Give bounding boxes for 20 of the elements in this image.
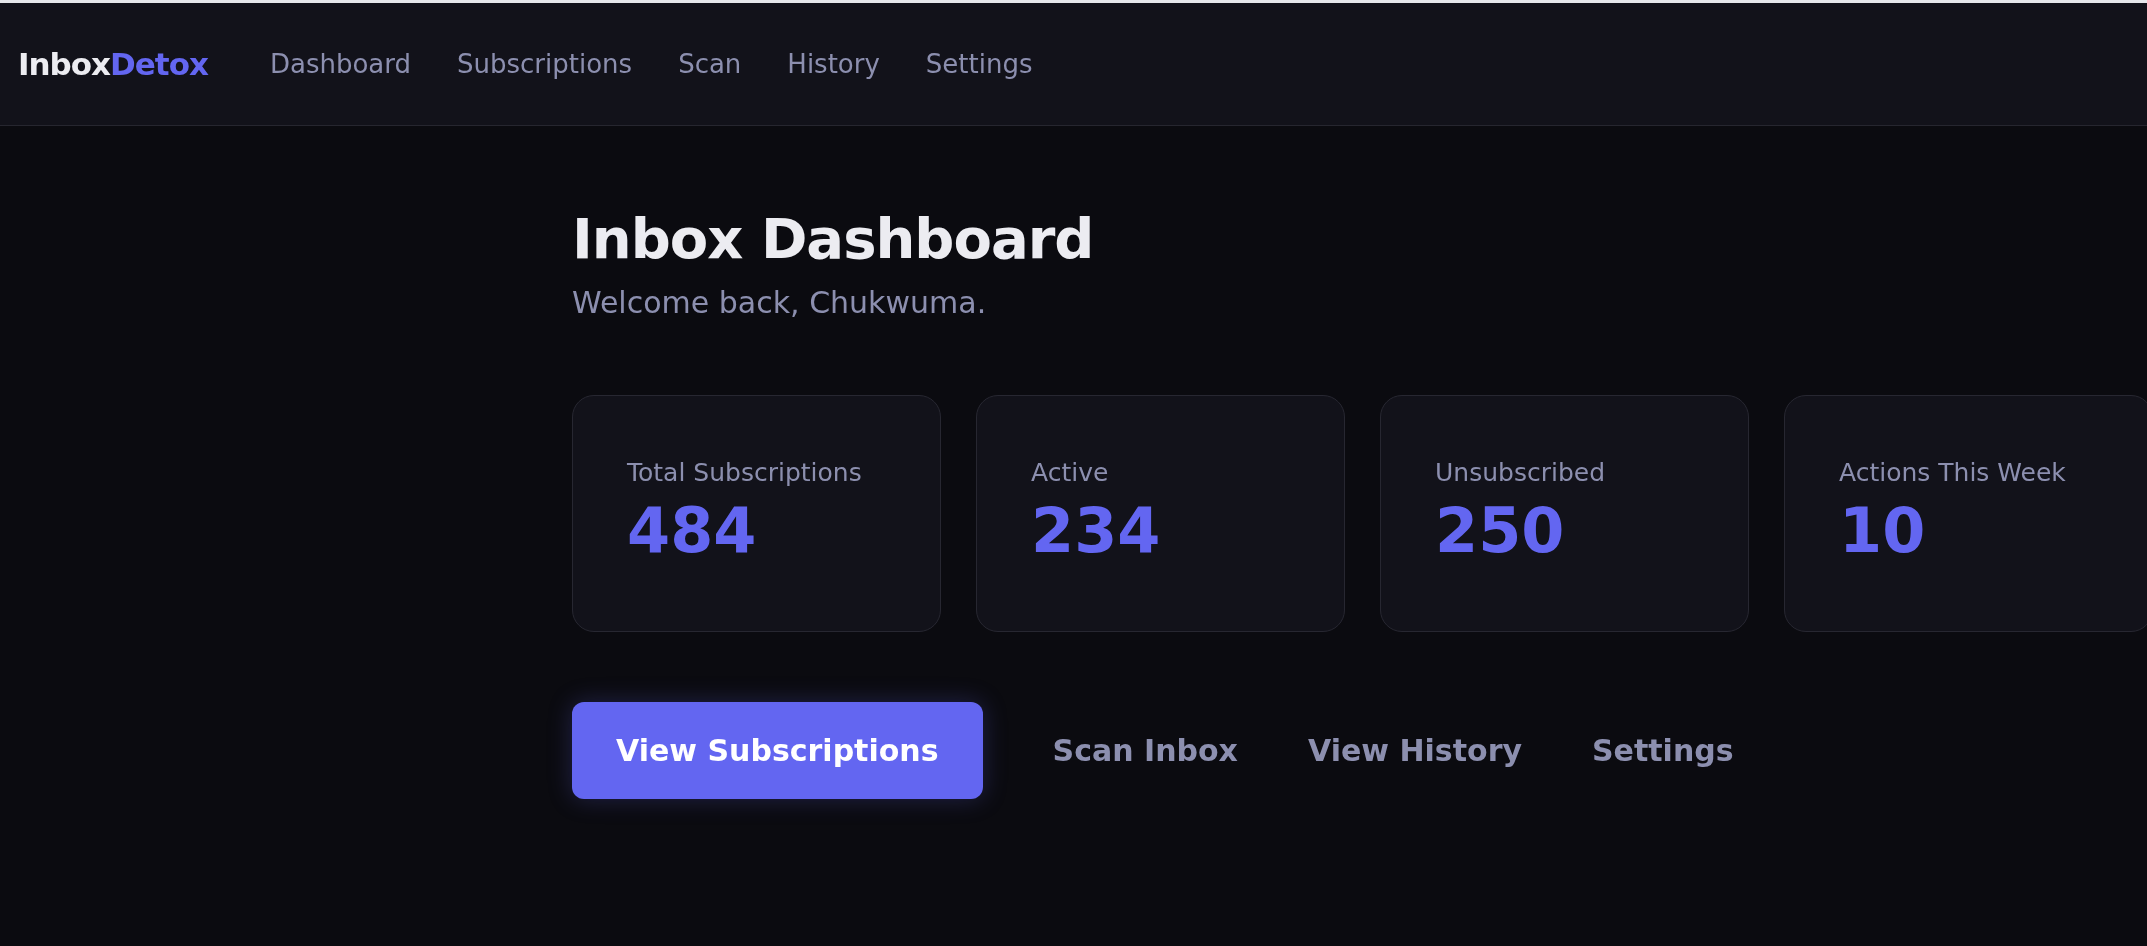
stat-value: 234 — [1031, 492, 1162, 569]
stat-label: Total Subscriptions — [627, 457, 863, 489]
page-title: Inbox Dashboard — [572, 205, 1095, 273]
stat-value: 484 — [627, 492, 758, 569]
nav-link[interactable]: Subscriptions — [457, 44, 633, 84]
action-button[interactable]: Scan Inbox — [1052, 702, 1238, 799]
stat-label: Unsubscribed — [1435, 457, 1606, 489]
nav-link[interactable]: History — [787, 44, 880, 84]
nav-link[interactable]: Scan — [678, 44, 742, 84]
stat-label: Active — [1031, 457, 1110, 489]
stat-value: 250 — [1435, 492, 1566, 569]
nav-link[interactable]: Settings — [925, 44, 1033, 84]
welcome-text: Welcome back, Chukwuma. — [572, 284, 988, 322]
brand-logo[interactable]: InboxDetox — [18, 40, 208, 88]
action-button[interactable]: View History — [1307, 702, 1522, 799]
action-button[interactable]: View Subscriptions — [572, 702, 983, 799]
nav-link[interactable]: Dashboard — [269, 44, 412, 84]
stat-label: Actions This Week — [1839, 457, 2067, 489]
action-button[interactable]: Settings — [1592, 702, 1734, 799]
stat-value: 10 — [1839, 492, 1927, 569]
